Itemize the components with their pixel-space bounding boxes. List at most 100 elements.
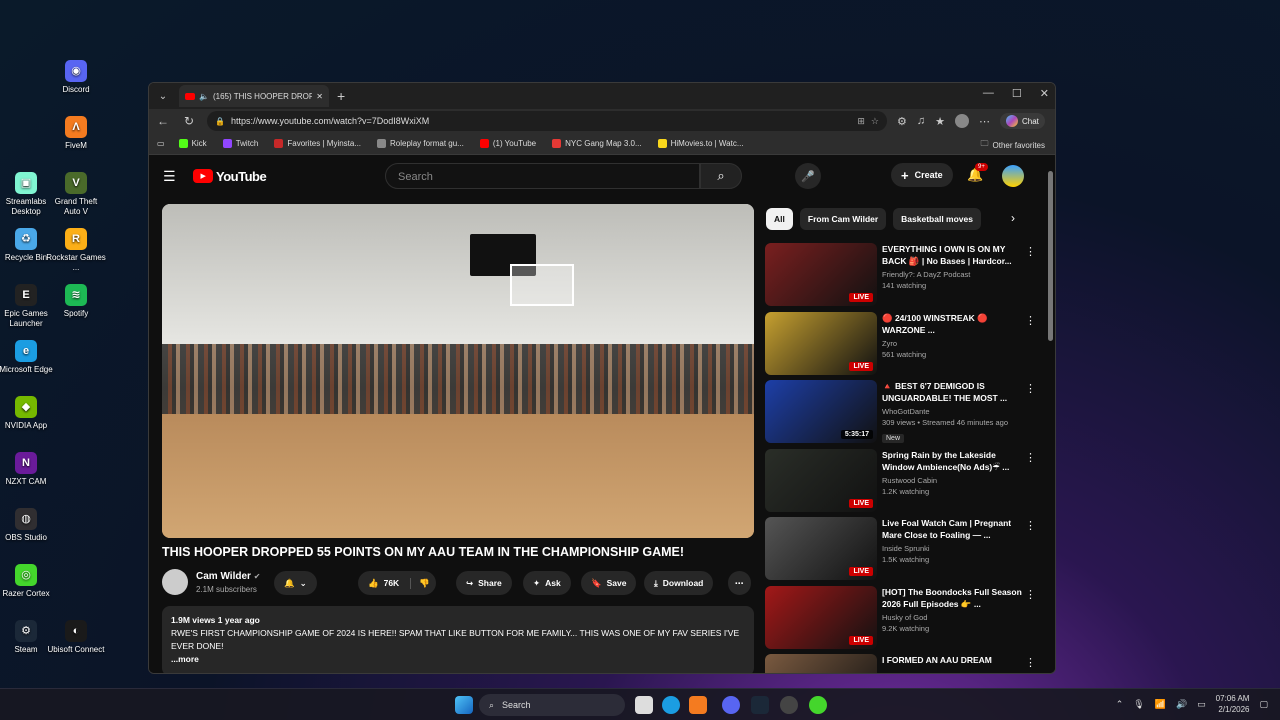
bookmark-item[interactable]: Roleplay format gu... bbox=[377, 139, 464, 148]
edge-taskbar-icon[interactable] bbox=[662, 696, 680, 714]
create-button[interactable]: + Create bbox=[891, 163, 953, 187]
like-button[interactable]: 👍 76K 👎 bbox=[358, 571, 436, 595]
app-available-icon[interactable]: ⊞ bbox=[857, 116, 865, 127]
tab-actions-menu-icon[interactable]: ⌄ bbox=[153, 86, 173, 106]
bookmark-item[interactable]: Twitch bbox=[222, 139, 258, 148]
taskbar-search[interactable]: ⌕ Search bbox=[479, 694, 625, 716]
show-more-link[interactable]: ...more bbox=[171, 653, 745, 666]
video-player[interactable] bbox=[162, 204, 754, 538]
speaker-icon[interactable]: 🔈 bbox=[199, 92, 209, 101]
browser-tab-active[interactable]: 🔈 (165) THIS HOOPER DROPPED 55 ✕ bbox=[179, 85, 329, 107]
filter-chip[interactable]: Basketball moves bbox=[893, 208, 981, 230]
desktop-icon[interactable]: V Grand Theft Auto V bbox=[46, 172, 106, 217]
read-aloud-icon[interactable]: ♫ bbox=[917, 115, 925, 127]
desktop-icon[interactable]: Λ FiveM bbox=[46, 116, 106, 151]
windows-start-icon[interactable] bbox=[455, 696, 473, 714]
subscription-bell-button[interactable]: 🔔 ⌄ bbox=[274, 571, 317, 595]
recommended-video[interactable]: LIVE 🔴 24/100 WINSTREAK 🔴 WARZONE ... Zyro… bbox=[765, 311, 1036, 376]
bookmark-item[interactable]: NYC Gang Map 3.0... bbox=[552, 139, 642, 148]
new-tab-icon[interactable]: + bbox=[337, 88, 345, 104]
scrollbar-thumb[interactable] bbox=[1048, 171, 1053, 341]
thumbs-down-icon[interactable]: 👎 bbox=[410, 577, 430, 589]
desktop-icon[interactable]: ◆ NVIDIA App bbox=[0, 396, 56, 431]
video-thumbnail[interactable]: LIVE bbox=[765, 448, 877, 512]
video-thumbnail[interactable]: LIVE bbox=[765, 585, 877, 649]
bookmark-item[interactable]: (1) YouTube bbox=[479, 139, 536, 148]
desktop-icon[interactable]: ≋ Spotify bbox=[46, 284, 106, 319]
desktop-icon[interactable]: ◎ Razer Cortex bbox=[0, 564, 56, 599]
recommended-video[interactable]: 5:35:17 🔺 BEST 6'7 DEMIGOD IS UNGUARDABLE… bbox=[765, 380, 1036, 444]
site-info-icon[interactable]: 🔒 bbox=[215, 117, 225, 126]
other-favorites[interactable]: 🗀 Other favorites bbox=[981, 138, 1045, 152]
close-window-icon[interactable]: ✕ bbox=[1040, 87, 1049, 100]
video-menu-icon[interactable]: ⋮ bbox=[1025, 314, 1036, 327]
recommended-video[interactable]: I FORMED AN AAU DREAM ⋮ bbox=[765, 654, 1036, 673]
video-thumbnail[interactable]: LIVE bbox=[765, 243, 877, 306]
steam-taskbar-icon[interactable] bbox=[751, 696, 769, 714]
bookmark-item[interactable]: Kick bbox=[178, 139, 207, 148]
microphone-icon[interactable]: 🎙 bbox=[1133, 699, 1144, 710]
more-actions-button[interactable]: ⋯ bbox=[728, 571, 751, 595]
filter-chip[interactable]: All bbox=[766, 208, 793, 230]
filter-chip[interactable]: From Cam Wilder bbox=[799, 208, 887, 230]
video-menu-icon[interactable]: ⋮ bbox=[1025, 451, 1036, 464]
clock[interactable]: 07:06 AM 2/1/2026 bbox=[1216, 693, 1250, 715]
favorites-icon[interactable]: ★ bbox=[935, 115, 945, 128]
bookmark-item[interactable]: Favorites | Myinsta... bbox=[274, 139, 361, 148]
fivem-taskbar-icon[interactable] bbox=[689, 696, 707, 714]
desktop-icon[interactable]: ◐ Ubisoft Connect bbox=[46, 620, 106, 655]
channel-name[interactable]: Cam Wilder ✔ bbox=[196, 571, 260, 582]
bookmarks-collection-icon[interactable]: ▭ bbox=[157, 139, 165, 148]
search-button[interactable]: ⌕ bbox=[700, 163, 742, 189]
channel-avatar[interactable] bbox=[162, 569, 188, 595]
account-avatar[interactable] bbox=[1002, 165, 1024, 187]
video-thumbnail[interactable]: LIVE bbox=[765, 311, 877, 375]
extensions-icon[interactable]: ⚙ bbox=[897, 115, 907, 128]
close-tab-icon[interactable]: ✕ bbox=[316, 92, 323, 101]
copilot-chat-button[interactable]: Chat bbox=[1000, 113, 1045, 129]
back-icon[interactable]: ← bbox=[155, 114, 171, 128]
battery-icon[interactable]: ▭ bbox=[1197, 699, 1206, 710]
recommended-video[interactable]: LIVE EVERYTHING I OWN IS ON MY BACK 🎒 | N… bbox=[765, 243, 1036, 307]
search-input[interactable]: Search bbox=[385, 163, 700, 189]
video-thumbnail[interactable] bbox=[765, 654, 877, 673]
page-scrollbar[interactable] bbox=[1048, 163, 1053, 663]
recommended-video[interactable]: LIVE Live Foal Watch Cam | Pregnant Mare … bbox=[765, 517, 1036, 581]
chevron-up-icon[interactable]: ⌃ bbox=[1116, 699, 1124, 710]
profile-avatar-icon[interactable] bbox=[955, 114, 969, 128]
volume-icon[interactable]: 🔊 bbox=[1176, 699, 1187, 710]
desktop-icon[interactable]: N NZXT CAM bbox=[0, 452, 56, 487]
notification-center-icon[interactable]: ▢ bbox=[1259, 699, 1268, 710]
voice-search-button[interactable]: 🎤 bbox=[795, 163, 821, 189]
hamburger-menu-icon[interactable]: ☰ bbox=[163, 168, 183, 185]
chevron-right-icon[interactable]: › bbox=[1011, 211, 1015, 225]
discord-taskbar-icon[interactable] bbox=[722, 696, 740, 714]
url-bar[interactable]: 🔒 https://www.youtube.com/watch?v=7DodI8… bbox=[207, 111, 887, 131]
refresh-icon[interactable]: ↻ bbox=[181, 114, 197, 128]
obs-taskbar-icon[interactable] bbox=[780, 696, 798, 714]
file-explorer-icon[interactable] bbox=[635, 696, 653, 714]
youtube-logo[interactable]: ▶ YouTube bbox=[193, 169, 267, 184]
notifications-button[interactable]: 🔔 9+ bbox=[967, 163, 988, 183]
wifi-icon[interactable]: 📶 bbox=[1155, 699, 1166, 710]
desktop-icon[interactable]: R Rockstar Games ... bbox=[46, 228, 106, 273]
recommended-video[interactable]: LIVE Spring Rain by the Lakeside Window A… bbox=[765, 448, 1036, 513]
desktop-icon[interactable]: e Microsoft Edge bbox=[0, 340, 56, 375]
video-menu-icon[interactable]: ⋮ bbox=[1025, 382, 1036, 395]
desktop-icon[interactable]: ◍ OBS Studio bbox=[0, 508, 56, 543]
share-button[interactable]: ↪ Share bbox=[456, 571, 512, 595]
save-button[interactable]: 🔖 Save bbox=[581, 571, 637, 595]
recommended-video[interactable]: LIVE [HOT] The Boondocks Full Season 2026… bbox=[765, 585, 1036, 650]
download-button[interactable]: ⤓ Download bbox=[644, 571, 714, 595]
video-menu-icon[interactable]: ⋮ bbox=[1025, 519, 1036, 532]
menu-dots-icon[interactable]: ⋯ bbox=[979, 115, 990, 128]
maximize-icon[interactable]: ☐ bbox=[1012, 87, 1022, 100]
description-box[interactable]: 1.9M views 1 year ago RWE'S FIRST CHAMPI… bbox=[162, 606, 754, 673]
desktop-icon[interactable]: ◉ Discord bbox=[46, 60, 106, 95]
video-thumbnail[interactable]: 5:35:17 bbox=[765, 380, 877, 443]
bookmark-item[interactable]: HiMovies.to | Watc... bbox=[657, 139, 744, 148]
razer-taskbar-icon[interactable] bbox=[809, 696, 827, 714]
video-menu-icon[interactable]: ⋮ bbox=[1025, 656, 1036, 669]
video-thumbnail[interactable]: LIVE bbox=[765, 517, 877, 580]
minimize-icon[interactable]: — bbox=[983, 87, 994, 100]
